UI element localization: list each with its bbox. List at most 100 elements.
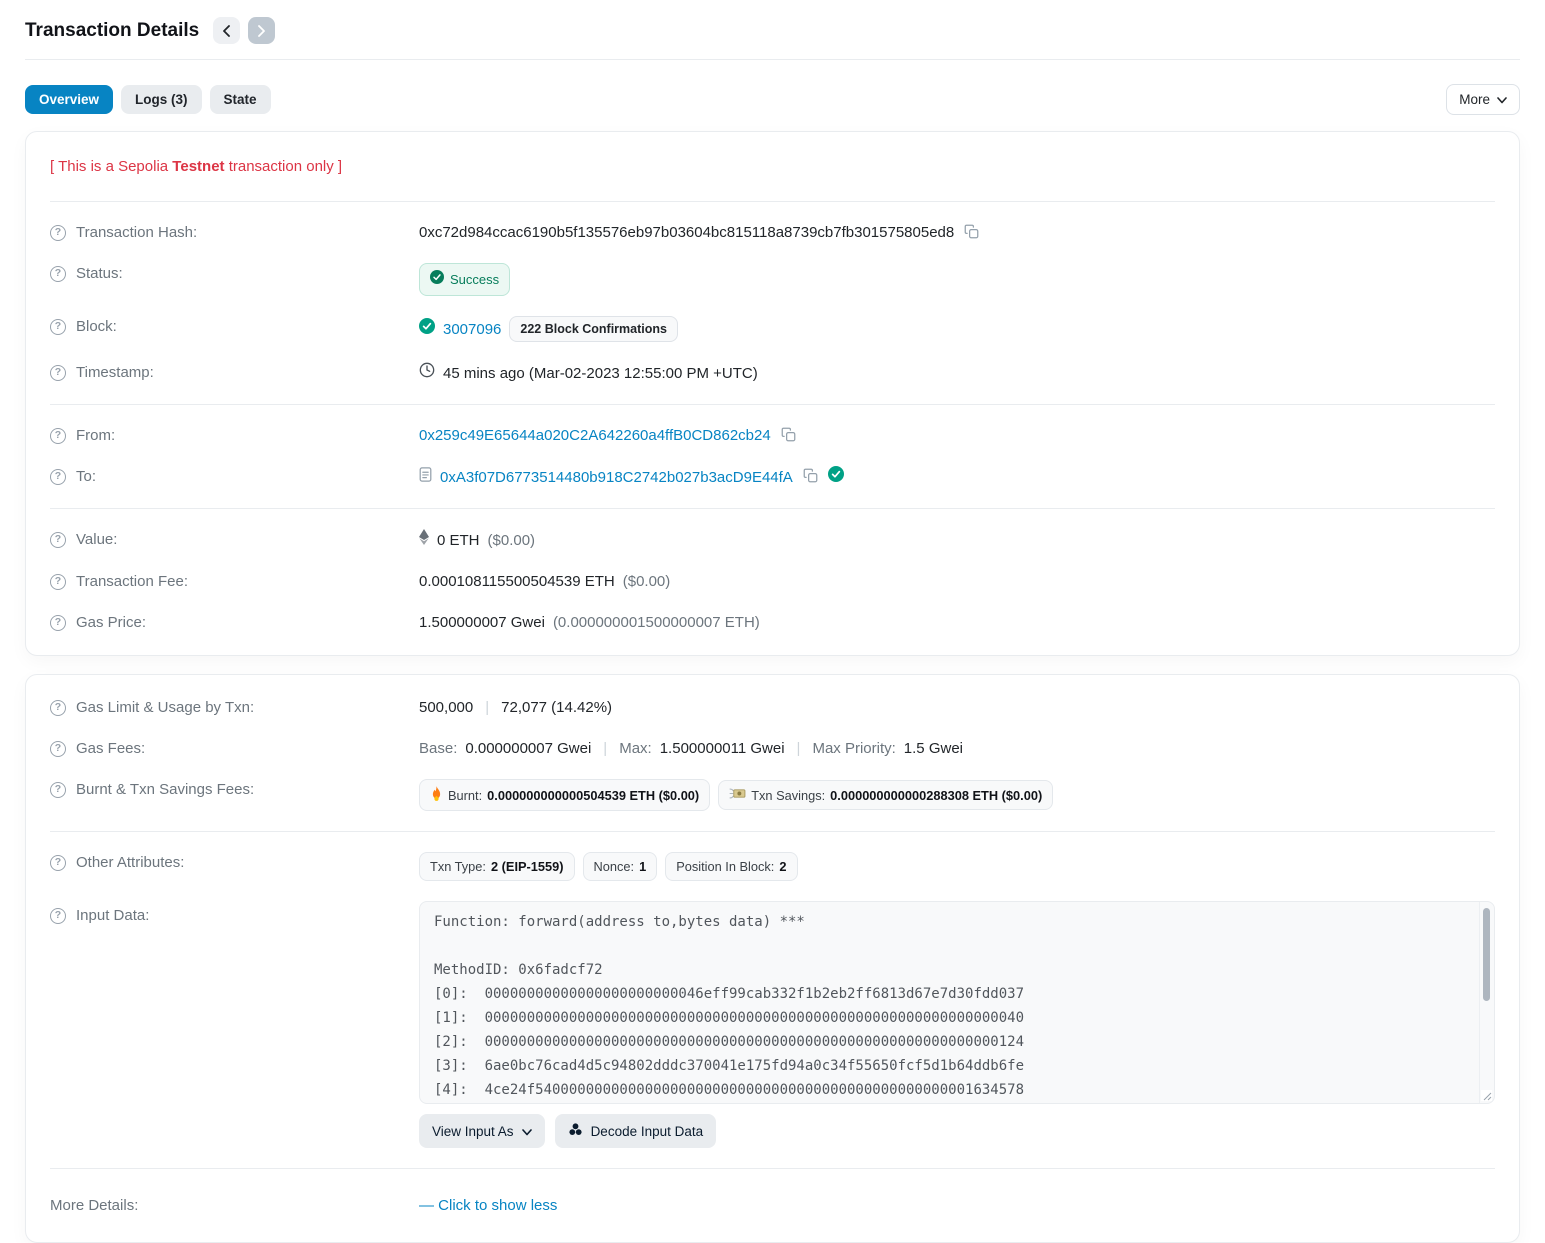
row-gas-fees: ? Gas Fees: Base: 0.000000007 Gwei | Max… xyxy=(50,728,1495,769)
tab-logs[interactable]: Logs (3) xyxy=(121,85,202,114)
block-confirmations-badge: 222 Block Confirmations xyxy=(509,316,678,342)
tab-overview[interactable]: Overview xyxy=(25,85,113,114)
contract-icon xyxy=(419,467,432,488)
row-burnt-savings-fees: ? Burnt & Txn Savings Fees: Burnt: 0.000… xyxy=(50,769,1495,821)
gas-price-eth: (0.000000001500000007 ETH) xyxy=(553,612,760,633)
timestamp-value: 45 mins ago (Mar-02-2023 12:55:00 PM +UT… xyxy=(443,363,758,384)
transaction-hash-label: Transaction Hash: xyxy=(76,222,197,243)
next-transaction-button[interactable] xyxy=(248,17,275,44)
status-badge-text: Success xyxy=(450,269,499,290)
copy-to-address-button[interactable] xyxy=(801,468,820,486)
from-address-link[interactable]: 0x259c49E65644a020C2A642260a4ffB0CD862cb… xyxy=(419,425,771,446)
help-icon[interactable]: ? xyxy=(50,574,66,590)
txn-type-badge: Txn Type: 2 (EIP-1559) xyxy=(419,852,575,881)
divider xyxy=(50,831,1495,832)
row-input-data: ? Input Data: Function: forward(address … xyxy=(50,891,1495,1158)
overview-card-primary: [ This is a Sepolia Testnet transaction … xyxy=(25,131,1520,656)
nonce-badge-label: Nonce: xyxy=(594,859,635,874)
help-icon[interactable]: ? xyxy=(50,428,66,444)
transaction-fee-label: Transaction Fee: xyxy=(76,571,188,592)
more-button-label: More xyxy=(1459,92,1490,107)
row-to: ? To: 0xA3f07D6773514480b918C2742b027b3a… xyxy=(50,456,1495,498)
gas-price-label: Gas Price: xyxy=(76,612,146,633)
txn-type-badge-value: 2 (EIP-1559) xyxy=(491,859,564,874)
help-icon[interactable]: ? xyxy=(50,741,66,757)
to-address-link[interactable]: 0xA3f07D6773514480b918C2742b027b3acD9E44… xyxy=(440,467,793,488)
row-status: ? Status: Success xyxy=(50,253,1495,306)
row-transaction-fee: ? Transaction Fee: 0.000108115500504539 … xyxy=(50,561,1495,602)
copy-icon xyxy=(964,224,979,242)
row-from: ? From: 0x259c49E65644a020C2A642260a4ffB… xyxy=(50,415,1495,456)
help-icon[interactable]: ? xyxy=(50,365,66,381)
timestamp-label: Timestamp: xyxy=(76,362,154,383)
help-icon[interactable]: ? xyxy=(50,615,66,631)
help-icon[interactable]: ? xyxy=(50,225,66,241)
testnet-warning-suffix: transaction only ] xyxy=(225,158,343,175)
eth-icon xyxy=(419,529,429,551)
gas-limit-value: 500,000 xyxy=(419,697,473,718)
view-input-as-button[interactable]: View Input As xyxy=(419,1114,545,1148)
help-icon[interactable]: ? xyxy=(50,319,66,335)
status-badge: Success xyxy=(419,263,510,296)
tab-state[interactable]: State xyxy=(210,85,271,114)
help-icon[interactable]: ? xyxy=(50,266,66,282)
other-attributes-label: Other Attributes: xyxy=(76,852,184,873)
help-icon[interactable]: ? xyxy=(50,782,66,798)
scrollbar-thumb[interactable] xyxy=(1483,908,1490,1001)
help-icon[interactable]: ? xyxy=(50,469,66,485)
chevron-down-icon xyxy=(1497,92,1507,107)
divider xyxy=(50,1168,1495,1169)
value-label: Value: xyxy=(76,529,117,550)
copy-transaction-hash-button[interactable] xyxy=(962,224,981,242)
decode-icon xyxy=(568,1122,583,1140)
nonce-badge: Nonce: 1 xyxy=(583,852,658,881)
money-wings-icon xyxy=(729,787,746,803)
more-details-label: More Details: xyxy=(50,1195,138,1216)
help-icon[interactable]: ? xyxy=(50,908,66,924)
block-finalized-icon xyxy=(419,318,435,340)
input-data-textarea[interactable]: Function: forward(address to,bytes data)… xyxy=(419,901,1495,1104)
burnt-fees-pill-label: Burnt: xyxy=(448,788,482,803)
transaction-hash-value: 0xc72d984ccac6190b5f135576eb97b03604bc81… xyxy=(419,222,954,243)
row-timestamp: ? Timestamp: 45 mins ago (Mar-02-2023 12… xyxy=(50,352,1495,394)
base-fee-value: 0.000000007 Gwei xyxy=(465,738,591,759)
block-number-link[interactable]: 3007096 xyxy=(443,319,501,340)
max-priority-fee-value: 1.5 Gwei xyxy=(904,738,963,759)
max-priority-fee-label: Max Priority: xyxy=(812,738,895,759)
txn-type-badge-label: Txn Type: xyxy=(430,859,486,874)
chevron-down-icon xyxy=(522,1124,532,1139)
testnet-warning: [ This is a Sepolia Testnet transaction … xyxy=(50,144,1495,191)
overview-card-secondary: ? Gas Limit & Usage by Txn: 500,000 | 72… xyxy=(25,674,1520,1243)
transaction-fee-usd: ($0.00) xyxy=(623,571,671,592)
copy-icon xyxy=(781,427,796,445)
previous-transaction-button[interactable] xyxy=(213,17,240,44)
block-label: Block: xyxy=(76,316,117,337)
position-in-block-badge-value: 2 xyxy=(779,859,786,874)
chevron-right-icon xyxy=(257,25,266,37)
more-dropdown-button[interactable]: More xyxy=(1446,84,1520,115)
view-input-as-label: View Input As xyxy=(432,1124,514,1139)
separator: | xyxy=(481,697,493,718)
tabs-row: Overview Logs (3) State More xyxy=(25,84,1520,115)
burnt-fees-pill: Burnt: 0.000000000000504539 ETH ($0.00) xyxy=(419,779,710,811)
decode-input-data-button[interactable]: Decode Input Data xyxy=(555,1114,717,1148)
scrollbar-track xyxy=(1479,902,1480,1103)
chevron-left-icon xyxy=(222,25,231,37)
help-icon[interactable]: ? xyxy=(50,700,66,716)
show-less-link[interactable]: — Click to show less xyxy=(419,1195,557,1216)
txn-savings-pill-value: 0.000000000000288308 ETH ($0.00) xyxy=(830,788,1042,803)
burnt-savings-label: Burnt & Txn Savings Fees: xyxy=(76,779,254,800)
help-icon[interactable]: ? xyxy=(50,855,66,871)
resize-grip-icon[interactable] xyxy=(1481,1090,1492,1101)
fire-icon xyxy=(430,786,443,804)
copy-from-address-button[interactable] xyxy=(779,427,798,445)
divider xyxy=(50,508,1495,509)
position-in-block-badge: Position In Block: 2 xyxy=(665,852,797,881)
base-fee-label: Base: xyxy=(419,738,457,759)
gas-fees-label: Gas Fees: xyxy=(76,738,145,759)
row-gas-price: ? Gas Price: 1.500000007 Gwei (0.0000000… xyxy=(50,602,1495,643)
clock-icon xyxy=(419,362,435,384)
help-icon[interactable]: ? xyxy=(50,532,66,548)
transaction-details-page: Transaction Details Overview Logs (3) St… xyxy=(0,0,1545,1243)
row-transaction-hash: ? Transaction Hash: 0xc72d984ccac6190b5f… xyxy=(50,212,1495,253)
